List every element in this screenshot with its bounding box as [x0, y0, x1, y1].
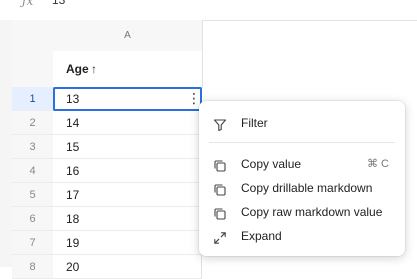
data-cell[interactable]: 15	[53, 135, 202, 159]
row-number[interactable]: 1	[12, 87, 53, 111]
keyboard-shortcut: ⌘ C	[367, 158, 389, 170]
fx-icon: ƒx	[22, 0, 34, 8]
filter-icon	[213, 116, 227, 132]
menu-item-filter[interactable]: Filter	[199, 111, 405, 135]
column-title-cell[interactable]: Age ↑	[53, 51, 203, 88]
menu-item-label: Expand	[241, 229, 282, 243]
cell-context-menu: Filter Copy value ⌘ C Copy drillable mar…	[199, 101, 405, 256]
menu-item-label: Copy value	[241, 157, 302, 171]
cell-value: 18	[66, 212, 80, 226]
expand-icon	[213, 229, 227, 244]
title-row-header	[12, 51, 54, 88]
more-vertical-icon[interactable]: ⋮	[187, 91, 201, 106]
cell-value: 19	[66, 236, 80, 250]
cell-value: 20	[66, 260, 80, 274]
data-cell[interactable]: 20	[53, 255, 202, 279]
sort-ascending-icon[interactable]: ↑	[91, 51, 97, 87]
copy-icon	[213, 181, 227, 196]
row-number[interactable]: 8	[12, 255, 53, 279]
menu-item-label: Copy raw markdown value	[241, 205, 383, 219]
row-number[interactable]: 5	[12, 183, 53, 207]
data-cell[interactable]: 14	[53, 111, 202, 135]
data-cell[interactable]: 16	[53, 159, 202, 183]
cell-value: 16	[66, 164, 80, 178]
menu-item-copy-drillable-markdown[interactable]: Copy drillable markdown	[199, 176, 405, 200]
formula-bar: ƒx 13	[0, 0, 417, 21]
data-cell[interactable]: 17	[53, 183, 202, 207]
cell-value: 17	[66, 188, 80, 202]
menu-divider	[209, 142, 395, 143]
row-number[interactable]: 6	[12, 207, 53, 231]
formula-input[interactable]: 13	[52, 0, 65, 7]
row-number[interactable]: 2	[12, 111, 53, 135]
left-gutter	[0, 20, 12, 267]
data-cell[interactable]: 18	[53, 207, 202, 231]
cell-value: 15	[66, 140, 80, 154]
column-header-a[interactable]: A	[53, 20, 203, 52]
copy-icon	[213, 157, 227, 172]
column-title: Age	[66, 62, 89, 76]
menu-item-label: Copy drillable markdown	[241, 181, 373, 195]
select-all-corner[interactable]	[12, 20, 54, 52]
menu-item-label: Filter	[241, 116, 268, 130]
row-number[interactable]: 3	[12, 135, 53, 159]
copy-icon	[213, 205, 227, 220]
cell-value: 14	[66, 116, 80, 130]
data-cell[interactable]: 13 ⋮	[53, 87, 202, 111]
menu-item-expand[interactable]: Expand	[199, 224, 405, 248]
row-number[interactable]: 4	[12, 159, 53, 183]
row-number[interactable]: 7	[12, 231, 53, 255]
menu-item-copy-value[interactable]: Copy value ⌘ C	[199, 152, 405, 176]
data-cell[interactable]: 19	[53, 231, 202, 255]
cell-value: 13	[66, 92, 80, 106]
menu-item-copy-raw-markdown-value[interactable]: Copy raw markdown value	[199, 200, 405, 224]
